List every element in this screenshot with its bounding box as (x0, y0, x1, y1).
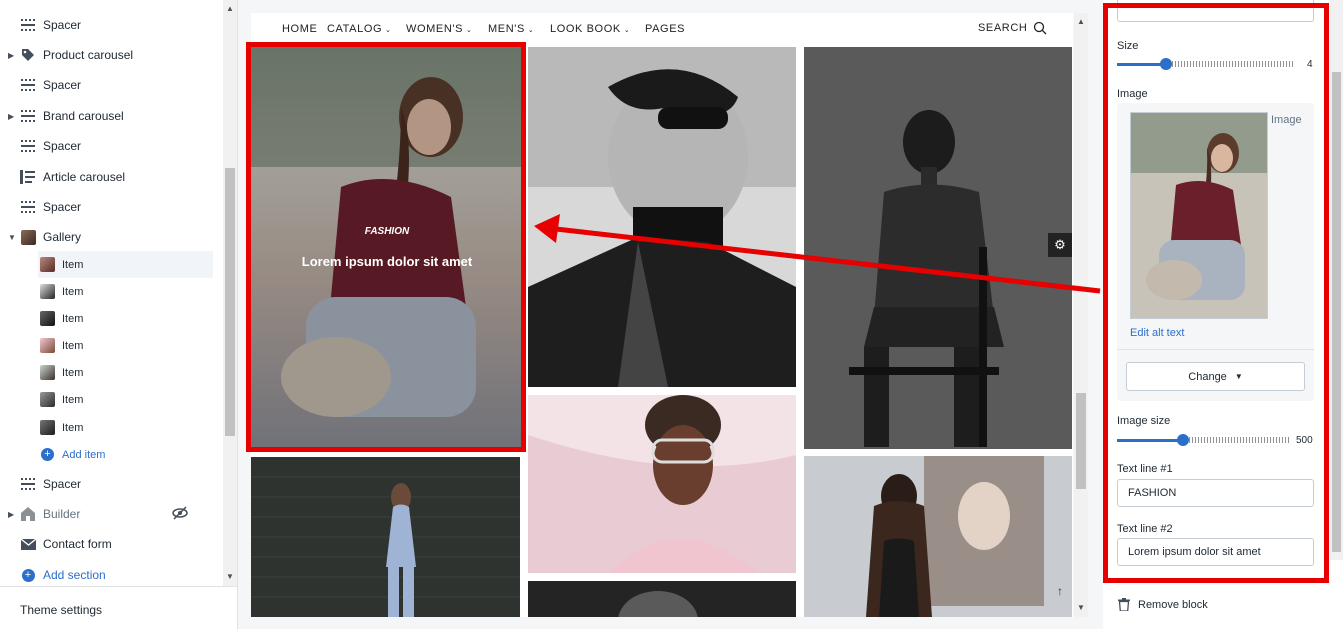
theme-editor: Spacer ▶ Product carousel Spacer ▶ Brand… (0, 0, 1343, 629)
annotation-arrow (534, 214, 1101, 294)
